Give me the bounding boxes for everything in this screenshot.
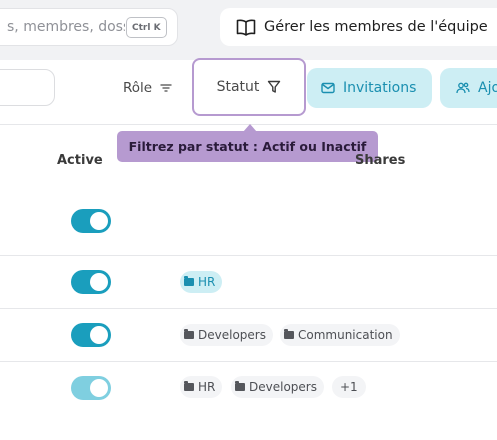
tooltip-text: Filtrez par statut : Actif ou Inactif [128, 139, 367, 154]
role-filter-button[interactable]: Rôle [123, 80, 172, 96]
share-tag-label: Communication [298, 328, 393, 342]
share-tag-hr: HR [180, 271, 223, 293]
share-tag-hr: HR [180, 376, 223, 398]
search-input[interactable] [7, 19, 125, 35]
more-shares-badge[interactable]: +1 [332, 376, 366, 398]
book-icon [236, 19, 256, 36]
share-tag-label: HR [198, 275, 216, 289]
share-tag-label: Developers [249, 380, 317, 394]
active-toggle[interactable] [71, 270, 111, 294]
column-header-active: Active [57, 153, 103, 168]
active-toggle[interactable] [71, 209, 111, 233]
row-divider [0, 308, 497, 309]
active-toggle[interactable] [71, 323, 111, 347]
manage-team-button[interactable]: Gérer les membres de l'équipe [220, 8, 497, 46]
row-divider [0, 361, 497, 362]
folder-icon [184, 276, 194, 286]
folder-icon [184, 329, 194, 339]
mail-icon [321, 82, 335, 94]
add-member-button[interactable]: Ajo [440, 68, 497, 108]
statut-filter-button[interactable]: Statut [192, 58, 306, 116]
top-bar: Ctrl K Gérer les membres de l'équipe [0, 0, 497, 60]
row-divider [0, 255, 497, 256]
folder-icon [184, 381, 194, 391]
folder-icon [284, 329, 294, 339]
share-tag-communication: Communication [280, 324, 400, 346]
share-tag-label: HR [198, 380, 216, 394]
manage-team-label: Gérer les membres de l'équipe [264, 19, 488, 35]
statut-filter-label: Statut [216, 79, 260, 95]
search-box[interactable]: Ctrl K [0, 8, 178, 46]
shortcut-badge: Ctrl K [126, 17, 167, 38]
column-header-shares: Shares [355, 153, 406, 168]
more-shares-count: +1 [340, 380, 358, 394]
statut-tooltip: Filtrez par statut : Actif ou Inactif [117, 131, 378, 162]
invitations-button[interactable]: Invitations [307, 68, 432, 108]
share-tag-label: Developers [198, 328, 266, 342]
share-tag-developers: Developers [180, 324, 273, 346]
add-member-label: Ajo [478, 80, 497, 96]
users-add-icon [456, 82, 470, 94]
funnel-icon [268, 80, 281, 93]
toolbar-input[interactable] [0, 69, 55, 106]
share-tag-developers: Developers [231, 376, 324, 398]
role-filter-label: Rôle [123, 80, 153, 96]
active-toggle[interactable] [71, 376, 111, 400]
filter-lines-icon [160, 84, 172, 92]
folder-icon [235, 381, 245, 391]
invitations-label: Invitations [343, 80, 417, 96]
